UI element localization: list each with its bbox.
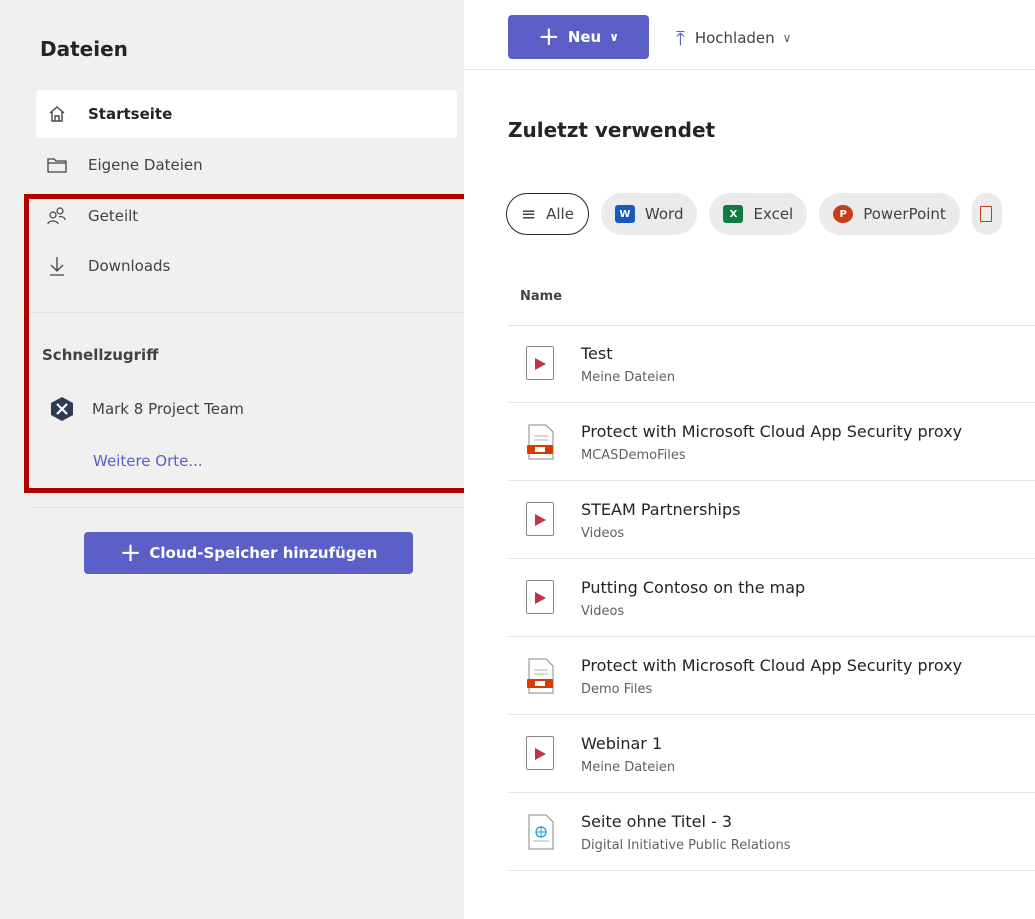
nav-item-my-files[interactable]: Eigene Dateien (36, 141, 457, 189)
file-location: Demo Files (581, 682, 653, 697)
file-row[interactable]: STEAM Partnerships Videos (508, 482, 1035, 559)
filter-label: Alle (546, 205, 574, 223)
chevron-down-icon: ∨ (782, 31, 792, 45)
sidebar-title: Dateien (40, 37, 128, 61)
home-icon (46, 103, 68, 125)
file-name: Test (581, 344, 613, 363)
file-row[interactable]: Putting Contoso on the map Videos (508, 560, 1035, 637)
filter-label: PowerPoint (863, 205, 946, 223)
filter-label: Word (644, 205, 684, 223)
plus-icon: + (538, 22, 560, 52)
filter-excel[interactable]: X Excel (709, 193, 808, 235)
file-name: Webinar 1 (581, 734, 663, 753)
file-row[interactable]: Protect with Microsoft Cloud App Securit… (508, 638, 1035, 715)
upload-button[interactable]: ⤒ Hochladen ∨ (676, 24, 791, 52)
file-name: STEAM Partnerships (581, 500, 741, 519)
file-location: Videos (581, 526, 625, 541)
new-button[interactable]: + Neu ∨ (508, 15, 649, 59)
upload-icon: ⤒ (676, 26, 685, 50)
file-name: Protect with Microsoft Cloud App Securit… (581, 422, 963, 441)
nav-item-label: Startseite (88, 105, 173, 123)
plus-icon: + (119, 538, 142, 568)
nav-item-label: Eigene Dateien (88, 156, 203, 174)
file-location: Digital Initiative Public Relations (581, 838, 791, 853)
filter-label: Excel (753, 205, 794, 223)
file-location: Meine Dateien (581, 760, 676, 775)
chevron-down-icon: ∨ (609, 30, 619, 44)
video-file-icon (526, 502, 556, 538)
highlight-box (24, 194, 477, 493)
file-icon (979, 206, 992, 222)
file-row[interactable]: Protect with Microsoft Cloud App Securit… (508, 404, 1035, 481)
video-file-icon (526, 580, 556, 616)
video-file-icon (526, 736, 556, 772)
file-name: Putting Contoso on the map (581, 578, 806, 597)
file-row[interactable]: Test Meine Dateien (508, 326, 1035, 403)
web-page-file-icon (526, 814, 556, 850)
add-cloud-storage-label: Cloud-Speicher hinzufügen (149, 544, 378, 562)
sway-file-icon (526, 658, 556, 694)
filter-chips: ≡ Alle W Word X Excel P PowerPoint (506, 192, 1002, 236)
main-content: + Neu ∨ ⤒ Hochladen ∨ Zuletzt verwendet … (464, 0, 1035, 919)
section-title: Zuletzt verwendet (508, 118, 716, 142)
filter-powerpoint[interactable]: P PowerPoint (819, 193, 960, 235)
filter-lines-icon: ≡ (521, 203, 537, 225)
filter-word[interactable]: W Word (600, 193, 698, 235)
upload-button-label: Hochladen (694, 29, 775, 47)
column-header-name[interactable]: Name (520, 289, 562, 304)
excel-icon: X (723, 205, 744, 223)
sway-file-icon (526, 424, 556, 460)
file-row[interactable]: Webinar 1 Meine Dateien (508, 716, 1035, 793)
file-name: Protect with Microsoft Cloud App Securit… (581, 656, 963, 675)
file-location: Videos (581, 604, 625, 619)
word-icon: W (614, 205, 635, 223)
nav-item-home[interactable]: Startseite (36, 90, 457, 138)
powerpoint-icon: P (833, 205, 854, 223)
file-location: MCASDemoFiles (581, 448, 686, 463)
filter-more[interactable] (971, 193, 1002, 235)
video-file-icon (526, 346, 556, 382)
file-location: Meine Dateien (581, 370, 676, 385)
new-button-label: Neu (567, 28, 602, 46)
file-row[interactable]: Seite ohne Titel - 3 Digital Initiative … (508, 794, 1035, 871)
divider (30, 507, 464, 508)
toolbar: + Neu ∨ ⤒ Hochladen ∨ (464, 0, 1035, 70)
file-name: Seite ohne Titel - 3 (581, 812, 733, 831)
folder-icon (46, 154, 68, 176)
filter-all[interactable]: ≡ Alle (506, 193, 589, 235)
add-cloud-storage-button[interactable]: + Cloud-Speicher hinzufügen (84, 532, 413, 574)
